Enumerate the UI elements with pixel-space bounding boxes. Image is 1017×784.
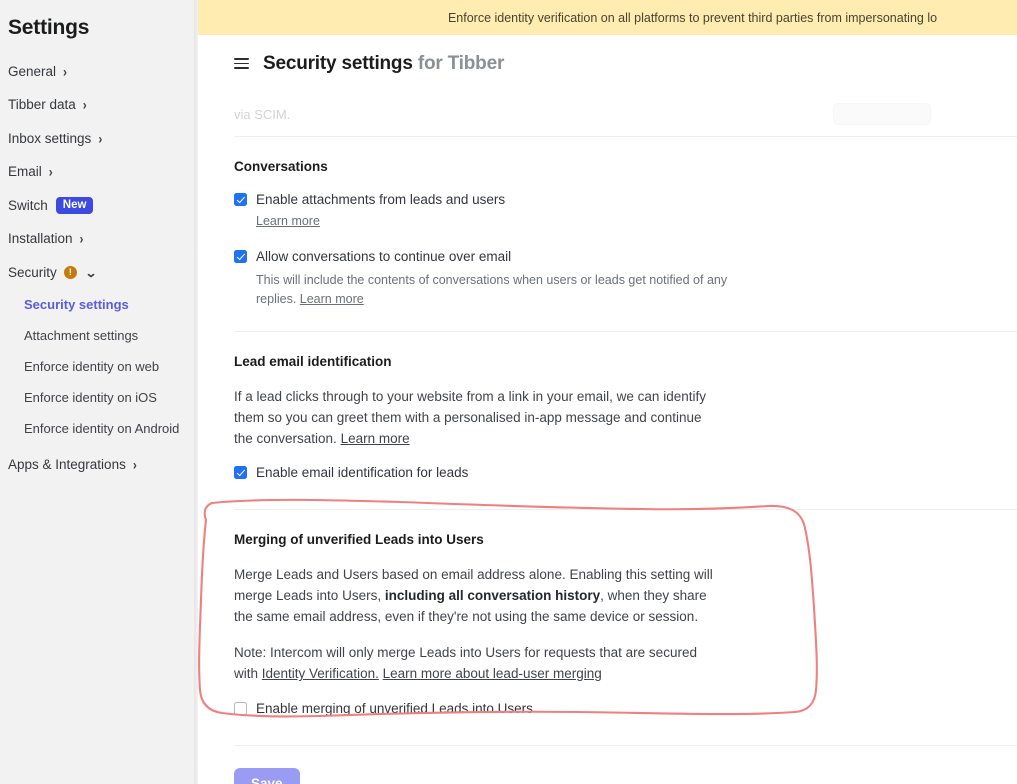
enable-email-identification-row[interactable]: Enable email identification for leads <box>234 464 1017 481</box>
sidebar-item-label: Inbox settings <box>8 130 92 146</box>
lead-user-merging-learn-more-link[interactable]: Learn more about lead-user merging <box>383 666 602 681</box>
chevron-right-icon: › <box>132 456 137 474</box>
sidebar-item-enforce-identity-android[interactable]: Enforce identity on Android <box>24 421 198 436</box>
chevron-down-icon: ⌄ <box>84 265 98 280</box>
sidebar-item-security[interactable]: Security ! ⌄ <box>8 263 198 282</box>
conversations-heading: Conversations <box>234 159 328 174</box>
lead-email-learn-more-link[interactable]: Learn more <box>341 431 410 446</box>
merging-para1-bold: including all conversation history <box>384 588 601 603</box>
page-title-subject: for Tibber <box>417 52 505 74</box>
page-title-main: Security settings <box>263 52 413 74</box>
enable-email-identification-checkbox[interactable] <box>234 466 247 479</box>
sidebar-item-label: Apps & Integrations <box>8 457 126 473</box>
settings-page: Settings General › Tibber data › Inbox s… <box>0 0 1017 784</box>
chevron-right-icon: › <box>63 63 68 80</box>
attachments-learn-more-link[interactable]: Learn more <box>256 214 320 228</box>
sidebar-title: Settings <box>8 16 90 39</box>
settings-sidebar: Settings General › Tibber data › Inbox s… <box>0 0 198 784</box>
chevron-right-icon: › <box>82 96 87 114</box>
sidebar-item-enforce-identity-web[interactable]: Enforce identity on web <box>24 359 198 374</box>
chevron-right-icon: › <box>98 130 103 147</box>
allow-email-continue-learn-more-link[interactable]: Learn more <box>300 292 364 306</box>
sidebar-item-switch[interactable]: Switch New <box>8 196 198 215</box>
sidebar-item-tibber-data[interactable]: Tibber data › <box>8 96 198 115</box>
identity-verification-banner[interactable]: Enforce identity verification on all pla… <box>198 0 1017 35</box>
security-subnav: Security settings Attachment settings En… <box>8 297 198 436</box>
allow-email-continue-checkbox[interactable] <box>234 250 247 263</box>
sidebar-item-label: Security <box>8 264 57 280</box>
sidebar-item-email[interactable]: Email › <box>8 163 198 182</box>
sidebar-item-installation[interactable]: Installation › <box>8 230 198 249</box>
merging-paragraph-2: Note: Intercom will only merge Leads int… <box>234 642 714 684</box>
new-badge: New <box>55 197 94 214</box>
warning-icon: ! <box>63 266 77 279</box>
banner-text: Enforce identity verification on all pla… <box>447 10 938 25</box>
allow-email-continue-description: This will include the contents of conver… <box>256 271 746 309</box>
lead-email-identification-section: Lead email identification If a lead clic… <box>234 332 1017 509</box>
page-title: Security settings for Tibber <box>263 53 504 75</box>
enable-merging-label: Enable merging of unverified Leads into … <box>256 701 533 716</box>
sidebar-item-attachment-settings[interactable]: Attachment settings <box>24 328 198 343</box>
sidebar-item-label: General <box>8 63 57 79</box>
sidebar-item-inbox-settings[interactable]: Inbox settings › <box>8 129 198 148</box>
sidebar-item-security-settings[interactable]: Security settings <box>24 297 198 312</box>
sidebar-item-label: Installation <box>8 231 73 247</box>
enable-attachments-checkbox[interactable] <box>234 193 247 206</box>
lead-email-heading: Lead email identification <box>234 354 392 369</box>
enable-merging-checkbox[interactable] <box>234 702 247 715</box>
scim-text: via SCIM. <box>234 106 291 122</box>
allow-email-continue-label: Allow conversations to continue over ema… <box>256 249 512 264</box>
sidebar-item-label: Email <box>8 164 42 180</box>
chevron-right-icon: › <box>79 230 84 248</box>
sidebar-item-general[interactable]: General › <box>8 62 198 81</box>
attachments-learn-more-wrapper: Learn more <box>256 214 1017 228</box>
enable-attachments-row[interactable]: Enable attachments from leads and users <box>234 191 1017 208</box>
page-header: Security settings for Tibber <box>198 35 1017 92</box>
scim-partial-row: via SCIM. <box>234 92 1017 136</box>
sidebar-nav: General › Tibber data › Inbox settings ›… <box>0 62 198 436</box>
scim-field-placeholder[interactable] <box>833 103 931 125</box>
identity-verification-link[interactable]: Identity Verification. <box>262 666 379 681</box>
save-button[interactable]: Save <box>234 768 300 784</box>
save-bar: Save <box>234 746 1017 784</box>
merging-heading: Merging of unverified Leads into Users <box>234 532 484 547</box>
lead-email-description: If a lead clicks through to your website… <box>234 386 724 449</box>
settings-scroll-area: via SCIM. Conversations Enable attachmen… <box>198 92 1017 784</box>
enable-attachments-label: Enable attachments from leads and users <box>256 192 506 207</box>
sidebar-item-apps-integrations[interactable]: Apps & Integrations › <box>8 456 198 475</box>
lead-email-description-text: If a lead clicks through to your website… <box>234 389 706 446</box>
enable-merging-row[interactable]: Enable merging of unverified Leads into … <box>234 700 1017 717</box>
merging-paragraph-1: Merge Leads and Users based on email add… <box>234 564 714 627</box>
sidebar-item-label: Switch <box>8 197 48 213</box>
sidebar-nav-bottom: Apps & Integrations › <box>0 456 198 475</box>
enable-email-identification-label: Enable email identification for leads <box>256 465 469 480</box>
sidebar-item-enforce-identity-ios[interactable]: Enforce identity on iOS <box>24 390 198 405</box>
hamburger-menu-icon[interactable] <box>234 58 249 69</box>
allow-email-continue-row[interactable]: Allow conversations to continue over ema… <box>234 248 1017 265</box>
chevron-right-icon: › <box>48 163 53 181</box>
conversations-section: Conversations Enable attachments from le… <box>234 137 1017 331</box>
merging-section: Merging of unverified Leads into Users M… <box>234 510 1017 745</box>
main-content: Enforce identity verification on all pla… <box>198 0 1017 784</box>
sidebar-item-label: Tibber data <box>8 97 76 113</box>
